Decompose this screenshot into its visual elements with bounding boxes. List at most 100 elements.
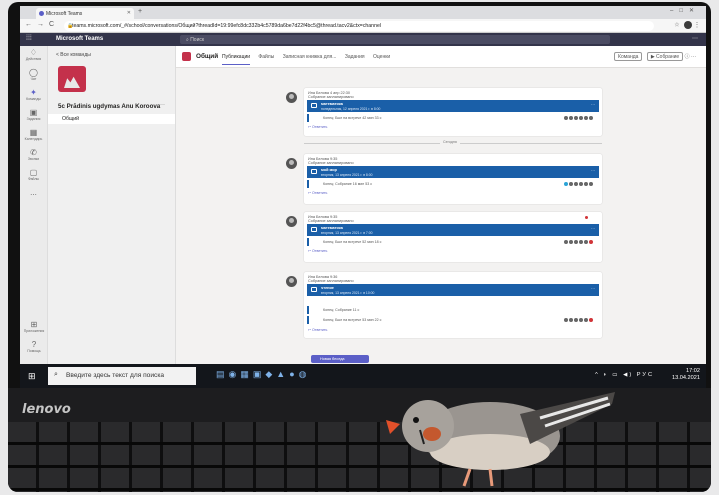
teams-header: ⁞⁞⁞ Microsoft Teams ⌕ Поиск ⋯ [20, 33, 706, 46]
more-icon: ... [30, 188, 37, 197]
clock-time: 17:02 [686, 368, 700, 374]
all-teams-link[interactable]: < Все команды [56, 52, 91, 58]
files-icon: ▢ [29, 168, 38, 177]
info-icon[interactable]: ⓘ [685, 54, 690, 60]
app-launcher-icon[interactable]: ⁞⁞⁞ [26, 35, 32, 42]
teams-favicon-icon [39, 11, 44, 16]
browser-tab-title: Microsoft Teams [46, 11, 83, 17]
card-more-icon[interactable]: ··· [591, 102, 595, 107]
tab-notebook[interactable]: Записная книжка для... [283, 54, 337, 60]
rail-item-assignments[interactable]: ▣ Задания [20, 106, 47, 126]
app-rail: ♢ Действия ◯ Чат ✦ Команды ▣ Задания ▦ Календ… [20, 46, 48, 364]
clock[interactable]: 17:02 13.04.2021 [672, 368, 700, 382]
meeting-title: мой мир [321, 168, 337, 172]
new-tab-icon[interactable]: + [138, 8, 142, 15]
taskbar-search-placeholder: Введите здесь текст для поиска [66, 372, 165, 379]
address-bar-row: ←→C 🔒 teams.microsoft.com/_#/school/conv… [20, 19, 706, 33]
laptop-screen: Microsoft Teams ✕ + –□✕ ←→C 🔒 teams.micr… [20, 6, 706, 388]
new-conversation-button[interactable]: Новая беседа [311, 355, 369, 363]
card-more-icon[interactable]: ··· [591, 168, 595, 173]
author-avatar [286, 92, 297, 103]
reply-link[interactable]: ↩ Ответить [308, 249, 327, 253]
participant-avatars [563, 116, 593, 121]
meeting-card[interactable]: математика понедельник, 12 апреля 2021 г… [307, 100, 599, 112]
reply-link[interactable]: ↩ Ответить [308, 125, 327, 129]
reply-link[interactable]: ↩ Ответить [308, 328, 327, 332]
taskbar-search-input[interactable]: ⌕ Введите здесь текст для поиска [48, 367, 196, 385]
pinned-apps[interactable]: ▤◉▦▣◆▲●◍ [216, 369, 310, 380]
calendar-icon [311, 287, 317, 292]
browser-tab-bar: Microsoft Teams ✕ + –□✕ [20, 6, 706, 19]
conversation-feed: Ина Белова 4 апр 22:30 Собрание запланиро… [176, 68, 706, 364]
card-more-icon[interactable]: ··· [591, 226, 595, 231]
rail-item-teams[interactable]: ✦ Команды [20, 86, 47, 106]
rail-item-chat[interactable]: ◯ Чат [20, 66, 47, 86]
meeting-title: математика [321, 226, 343, 230]
help-icon: ? [31, 340, 37, 349]
header-actions: Команда ▶ Собрание ⓘ ··· [611, 52, 696, 61]
meeting-card[interactable]: чтение вторник, 13 апреля 2021 г. в 10:0… [307, 284, 599, 296]
channel-header: Общий Публикации Файлы Записная книжка д… [176, 46, 706, 68]
rail-item-activity[interactable]: ♢ Действия [20, 46, 47, 66]
calendar-icon [311, 227, 317, 232]
meeting-card[interactable]: мой мир вторник, 13 апреля 2021 г. в 8:0… [307, 166, 599, 178]
url-text: teams.microsoft.com/_#/school/conversati… [72, 23, 381, 29]
post: Ина Белова 9:36 Собрание запланировано чт… [304, 272, 602, 338]
rail-item-calendar[interactable]: ▦ Календарь [20, 126, 47, 146]
date-divider: Сегодня [304, 140, 602, 146]
search-placeholder: Поиск [190, 37, 205, 43]
finch-bird [386, 392, 615, 487]
team-panel: < Все команды 5c Prādinis ugdymas Anu Ko… [48, 46, 176, 364]
post-author: Ина Белова 4 апр 22:30 Собрание запланиро… [308, 91, 354, 100]
search-input[interactable]: ⌕ Поиск [180, 35, 610, 44]
tab-posts[interactable]: Публикации [222, 54, 251, 65]
rail-item-more[interactable]: ... [20, 186, 47, 206]
meeting-title: математика [321, 102, 343, 106]
team-button[interactable]: Команда [614, 52, 643, 61]
meeting-card[interactable]: математика вторник, 13 апреля 2021 г. в … [307, 224, 599, 236]
calendar-icon [311, 103, 317, 108]
meeting-status: Конец: Собрание 11 с [307, 306, 599, 314]
channel-team-icon [182, 52, 191, 61]
rail-item-apps[interactable]: ⊞ Приложения [20, 318, 48, 338]
calendar-icon [311, 169, 317, 174]
search-icon: ⌕ [54, 371, 58, 378]
channel-item-general[interactable]: Общий [48, 114, 175, 124]
profile-avatar[interactable] [684, 21, 693, 29]
url-field[interactable]: 🔒 teams.microsoft.com/_#/school/conversa… [64, 21, 654, 31]
tab-files[interactable]: Файлы [258, 54, 274, 60]
tab-assignments[interactable]: Задания [345, 54, 365, 60]
reaction-badge-icon[interactable] [585, 216, 588, 219]
author-avatar [286, 216, 297, 227]
tab-grades[interactable]: Оценки [373, 54, 390, 60]
teams-more-icon[interactable]: ⋯ [692, 35, 698, 42]
post-author: Ина Белова 9:35 Собрание запланировано [308, 157, 354, 166]
rail-item-calls[interactable]: ✆ Звонки [20, 146, 47, 166]
rail-item-files[interactable]: ▢ Файлы [20, 166, 47, 186]
reply-link[interactable]: ↩ Ответить [308, 191, 327, 195]
close-icon[interactable]: ✕ [127, 10, 131, 16]
navigation-buttons[interactable]: ←→C [25, 21, 59, 28]
windows-start-icon[interactable]: ⊞ [28, 371, 36, 382]
teams-icon: ✦ [30, 88, 37, 97]
channel-name: Общий [196, 53, 219, 60]
participant-avatars [563, 182, 593, 187]
card-more-icon[interactable]: ··· [591, 286, 595, 291]
team-more-icon[interactable]: ··· [159, 102, 165, 108]
window-controls[interactable]: –□✕ [670, 7, 700, 14]
more-options-icon[interactable]: ··· [691, 54, 696, 60]
team-name: 5c Prādinis ugdymas Anu Koroova [58, 103, 161, 110]
browser-menu[interactable]: ☆ ⋮ [674, 21, 700, 29]
post-author: Ина Белова 9:36 Собрание запланировано [308, 275, 354, 284]
meet-button[interactable]: ▶ Собрание [646, 52, 684, 61]
rail-item-help[interactable]: ? Помощь [20, 338, 48, 358]
team-avatar [58, 66, 86, 92]
post-author: Ина Белова 9:35 Собрание запланировано [308, 215, 354, 224]
post: Ина Белова 4 апр 22:30 Собрание запланиро… [304, 88, 602, 136]
assignments-icon: ▣ [29, 108, 38, 117]
browser-tab[interactable]: Microsoft Teams ✕ [36, 8, 134, 19]
meeting-date: понедельник, 12 апреля 2021 г. в 8:00 [321, 107, 381, 111]
calls-icon: ✆ [30, 148, 37, 157]
meeting-status: Конец: Был на встрече 42 мин 33 с [307, 114, 599, 122]
meeting-date: вторник, 13 апреля 2021 г. в 10:00 [321, 291, 375, 295]
